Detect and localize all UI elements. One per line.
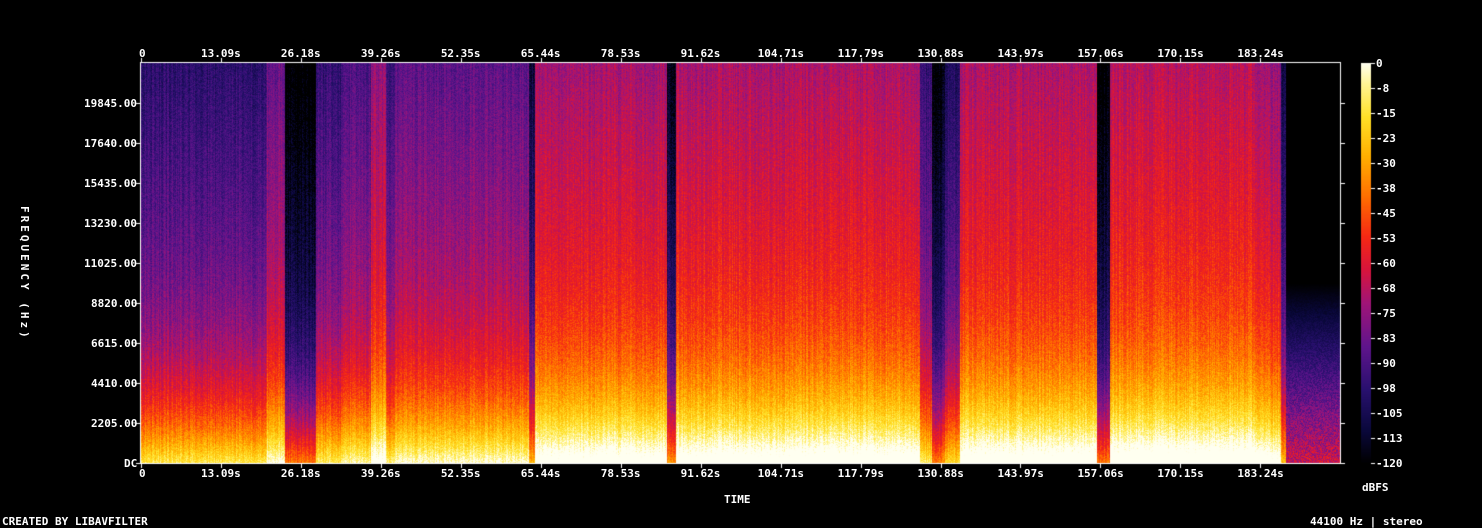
x-tick-label-top: 104.71s	[757, 47, 804, 60]
colorbar-tick-label: -15	[1376, 107, 1396, 120]
x-tick-label-bottom: 157.06s	[1077, 467, 1124, 480]
colorbar-tick-label: -98	[1376, 382, 1396, 395]
x-tick-label-bottom: 78.53s	[600, 467, 641, 480]
y-tick-label: 13230.00	[84, 217, 137, 230]
y-tick-label: 4410.00	[91, 377, 138, 390]
x-tick-label-bottom: 26.18s	[280, 467, 321, 480]
colorbar-tick-label: -90	[1376, 357, 1396, 370]
x-tick-label-bottom: 13.09s	[200, 467, 241, 480]
colorbar-tick-label: -113	[1376, 432, 1403, 445]
y-tick-label: 6615.00	[91, 337, 138, 350]
colorbar-tick-label: 0	[1376, 57, 1383, 70]
x-tick-label-bottom: 91.62s	[680, 467, 721, 480]
y-tick-label: 19845.00	[84, 97, 137, 110]
x-axis-label: TIME	[724, 493, 751, 506]
y-tick-label: 17640.00	[84, 137, 137, 150]
x-tick-label-bottom: 52.35s	[440, 467, 481, 480]
x-tick-label-top: 0	[139, 47, 146, 60]
colorbar-tick-label: -68	[1376, 282, 1396, 295]
x-tick-label-bottom: 65.44s	[520, 467, 561, 480]
x-tick-label-bottom: 143.97s	[997, 467, 1044, 480]
footer-sample-info: 44100 Hz | stereo	[1310, 515, 1423, 528]
y-tick-label: 2205.00	[91, 417, 138, 430]
x-tick-label-top: 170.15s	[1157, 47, 1204, 60]
spectrogram-canvas	[0, 0, 1482, 528]
x-tick-label-bottom: 0	[139, 467, 146, 480]
x-tick-label-bottom: 130.88s	[917, 467, 964, 480]
x-tick-label-top: 117.79s	[837, 47, 884, 60]
x-tick-label-top: 143.97s	[997, 47, 1044, 60]
x-tick-label-bottom: 39.26s	[360, 467, 401, 480]
x-tick-label-top: 52.35s	[440, 47, 481, 60]
x-tick-label-bottom: 104.71s	[757, 467, 804, 480]
y-tick-label: 8820.00	[91, 297, 138, 310]
x-tick-label-bottom: 117.79s	[837, 467, 884, 480]
y-tick-label: DC	[124, 457, 138, 470]
colorbar-tick-label: -120	[1376, 457, 1403, 470]
x-tick-label-top: 65.44s	[520, 47, 561, 60]
x-tick-label-top: 157.06s	[1077, 47, 1124, 60]
x-tick-label-top: 13.09s	[200, 47, 241, 60]
y-tick-label: 15435.00	[84, 177, 137, 190]
x-tick-label-top: 91.62s	[680, 47, 721, 60]
colorbar-tick-label: -75	[1376, 307, 1396, 320]
y-axis-label: FREQUENCY (Hz)	[18, 206, 31, 341]
colorbar-tick-label: -8	[1376, 82, 1390, 95]
colorbar-tick-label: -83	[1376, 332, 1396, 345]
colorbar-tick-label: -45	[1376, 207, 1396, 220]
colorbar-tick-label: -60	[1376, 257, 1396, 270]
x-tick-label-top: 183.24s	[1237, 47, 1284, 60]
x-tick-label-bottom: 183.24s	[1237, 467, 1284, 480]
footer-credit: CREATED BY LIBAVFILTER	[2, 515, 148, 528]
colorbar-tick-label: -23	[1376, 132, 1396, 145]
colorbar-tick-label: -53	[1376, 232, 1396, 245]
x-tick-label-top: 130.88s	[917, 47, 964, 60]
x-tick-label-top: 39.26s	[360, 47, 401, 60]
x-tick-label-top: 78.53s	[600, 47, 641, 60]
colorbar-tick-label: -105	[1376, 407, 1403, 420]
y-tick-label: 11025.00	[84, 257, 137, 270]
colorbar-tick-label: -30	[1376, 157, 1396, 170]
x-tick-label-bottom: 170.15s	[1157, 467, 1204, 480]
colorbar-unit-label: dBFS	[1362, 481, 1389, 494]
colorbar-tick-label: -38	[1376, 182, 1396, 195]
x-tick-label-top: 26.18s	[280, 47, 321, 60]
